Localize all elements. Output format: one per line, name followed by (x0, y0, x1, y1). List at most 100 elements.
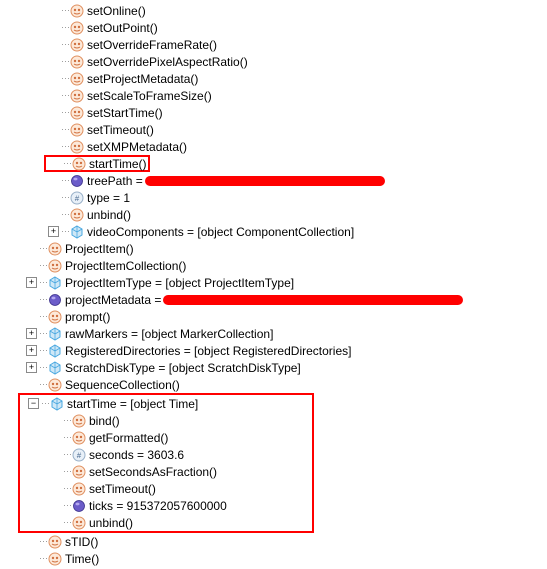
tree-item-RegisteredDirectories[interactable]: +⋯RegisteredDirectories = [object Regist… (22, 342, 547, 359)
tree-item-setStartTime[interactable]: ⋯setStartTime() (44, 104, 547, 121)
tree-item-startTime-object[interactable]: −⋯startTime = [object Time] (24, 395, 312, 412)
tree-item-treePath[interactable]: ⋯treePath = (44, 172, 547, 189)
expand-toggle[interactable]: + (26, 362, 37, 373)
tree-label: prompt() (65, 310, 110, 324)
value-icon (70, 191, 84, 205)
object-icon (48, 344, 62, 358)
tree-item-Time[interactable]: ⋯Time() (22, 550, 547, 567)
method-icon (48, 378, 62, 392)
object-icon (48, 361, 62, 375)
tree-item-setTimeout2[interactable]: ⋯setTimeout() (46, 480, 312, 497)
object-icon (48, 276, 62, 290)
tree-label: treePath = (87, 174, 143, 188)
tree-label: startTime = [object Time] (67, 397, 198, 411)
tree-label: seconds = 3603.6 (89, 448, 184, 462)
tree-label: setStartTime() (87, 106, 163, 120)
tree-item-setScaleToFrameSize[interactable]: ⋯setScaleToFrameSize() (44, 87, 547, 104)
tree-item-ticks[interactable]: ⋯ticks = 915372057600000 (46, 497, 312, 514)
tree-root: ⋯setOnline() ⋯setOutPoint() ⋯setOverride… (0, 2, 547, 567)
method-icon (70, 72, 84, 86)
sphere-icon (72, 499, 86, 513)
tree-label: setProjectMetadata() (87, 72, 198, 86)
method-icon (72, 414, 86, 428)
tree-item-seconds[interactable]: ⋯seconds = 3603.6 (46, 446, 312, 463)
tree-label: setSecondsAsFraction() (89, 465, 217, 479)
tree-label: bind() (89, 414, 120, 428)
tree-item-setXMPMetadata[interactable]: ⋯setXMPMetadata() (44, 138, 547, 155)
method-icon (48, 552, 62, 566)
tree-item-setSecondsAsFraction[interactable]: ⋯setSecondsAsFraction() (46, 463, 312, 480)
tree-item-projectMetadata[interactable]: ⋯projectMetadata = (22, 291, 547, 308)
tree-label: setScaleToFrameSize() (87, 89, 212, 103)
tree-item-prompt[interactable]: ⋯prompt() (22, 308, 547, 325)
tree-item-setOutPoint[interactable]: ⋯setOutPoint() (44, 19, 547, 36)
tree-label: ticks = 915372057600000 (89, 499, 227, 513)
method-icon (70, 89, 84, 103)
tree-label: RegisteredDirectories = [object Register… (65, 344, 351, 358)
tree-item-setOverrideFrameRate[interactable]: ⋯setOverrideFrameRate() (44, 36, 547, 53)
object-icon (70, 225, 84, 239)
method-icon (70, 38, 84, 52)
tree-item-setOverridePixelAspectRatio[interactable]: ⋯setOverridePixelAspectRatio() (44, 53, 547, 70)
tree-label: videoComponents = [object ComponentColle… (87, 225, 354, 239)
tree-label: setOverrideFrameRate() (87, 38, 217, 52)
expand-toggle[interactable]: + (48, 226, 59, 237)
tree-item-unbind[interactable]: ⋯unbind() (44, 206, 547, 223)
tree-label: setXMPMetadata() (87, 140, 187, 154)
method-icon (72, 482, 86, 496)
object-icon (50, 397, 64, 411)
tree-item-getFormatted[interactable]: ⋯getFormatted() (46, 429, 312, 446)
tree-item-setProjectMetadata[interactable]: ⋯setProjectMetadata() (44, 70, 547, 87)
method-icon (72, 516, 86, 530)
tree-item-ProjectItemType[interactable]: +⋯ProjectItemType = [object ProjectItemT… (22, 274, 547, 291)
method-icon (70, 123, 84, 137)
redaction-bar (145, 176, 385, 186)
redaction-bar (163, 295, 463, 305)
tree-item-bind[interactable]: ⋯bind() (46, 412, 312, 429)
tree-item-videoComponents[interactable]: +⋯videoComponents = [object ComponentCol… (44, 223, 547, 240)
tree-item-sTID[interactable]: ⋯sTID() (22, 533, 547, 550)
tree-label: getFormatted() (89, 431, 168, 445)
tree-item-rawMarkers[interactable]: +⋯rawMarkers = [object MarkerCollection] (22, 325, 547, 342)
object-icon (48, 327, 62, 341)
tree-item-setOnline[interactable]: ⋯setOnline() (44, 2, 547, 19)
tree-label: unbind() (89, 516, 133, 530)
tree-item-ProjectItem[interactable]: ⋯ProjectItem() (22, 240, 547, 257)
expand-toggle[interactable]: + (26, 277, 37, 288)
tree-label: setTimeout() (87, 123, 154, 137)
tree-item-startTime-method[interactable]: ⋯startTime() (44, 155, 150, 172)
tree-label: SequenceCollection() (65, 378, 180, 392)
tree-label: type = 1 (87, 191, 130, 205)
tree-label: setOnline() (87, 4, 146, 18)
method-icon (70, 140, 84, 154)
tree-label: ProjectItem() (65, 242, 134, 256)
tree-item-unbind2[interactable]: ⋯unbind() (46, 514, 312, 531)
expand-toggle[interactable]: + (26, 328, 37, 339)
tree-item-ScratchDiskType[interactable]: +⋯ScratchDiskType = [object ScratchDiskT… (22, 359, 547, 376)
method-icon (70, 21, 84, 35)
tree-item-type[interactable]: ⋯type = 1 (44, 189, 547, 206)
tree-label: ProjectItemCollection() (65, 259, 186, 273)
tree-label: setOverridePixelAspectRatio() (87, 55, 248, 69)
tree-label: setTimeout() (89, 482, 156, 496)
method-icon (70, 106, 84, 120)
method-icon (70, 55, 84, 69)
tree-item-setTimeout[interactable]: ⋯setTimeout() (44, 121, 547, 138)
tree-item-ProjectItemCollection[interactable]: ⋯ProjectItemCollection() (22, 257, 547, 274)
method-icon (48, 242, 62, 256)
collapse-toggle[interactable]: − (28, 398, 39, 409)
method-icon (48, 310, 62, 324)
tree-item-SequenceCollection[interactable]: ⋯SequenceCollection() (22, 376, 547, 393)
method-icon (70, 4, 84, 18)
method-icon (72, 465, 86, 479)
expand-toggle[interactable]: + (26, 345, 37, 356)
tree-label: ScratchDiskType = [object ScratchDiskTyp… (65, 361, 301, 375)
sphere-icon (70, 174, 84, 188)
tree-label: rawMarkers = [object MarkerCollection] (65, 327, 273, 341)
tree-label: unbind() (87, 208, 131, 222)
tree-label: startTime() (89, 157, 147, 171)
tree-label: sTID() (65, 535, 98, 549)
highlighted-group: −⋯startTime = [object Time] ⋯bind() ⋯get… (18, 393, 314, 533)
value-icon (72, 448, 86, 462)
method-icon (48, 259, 62, 273)
